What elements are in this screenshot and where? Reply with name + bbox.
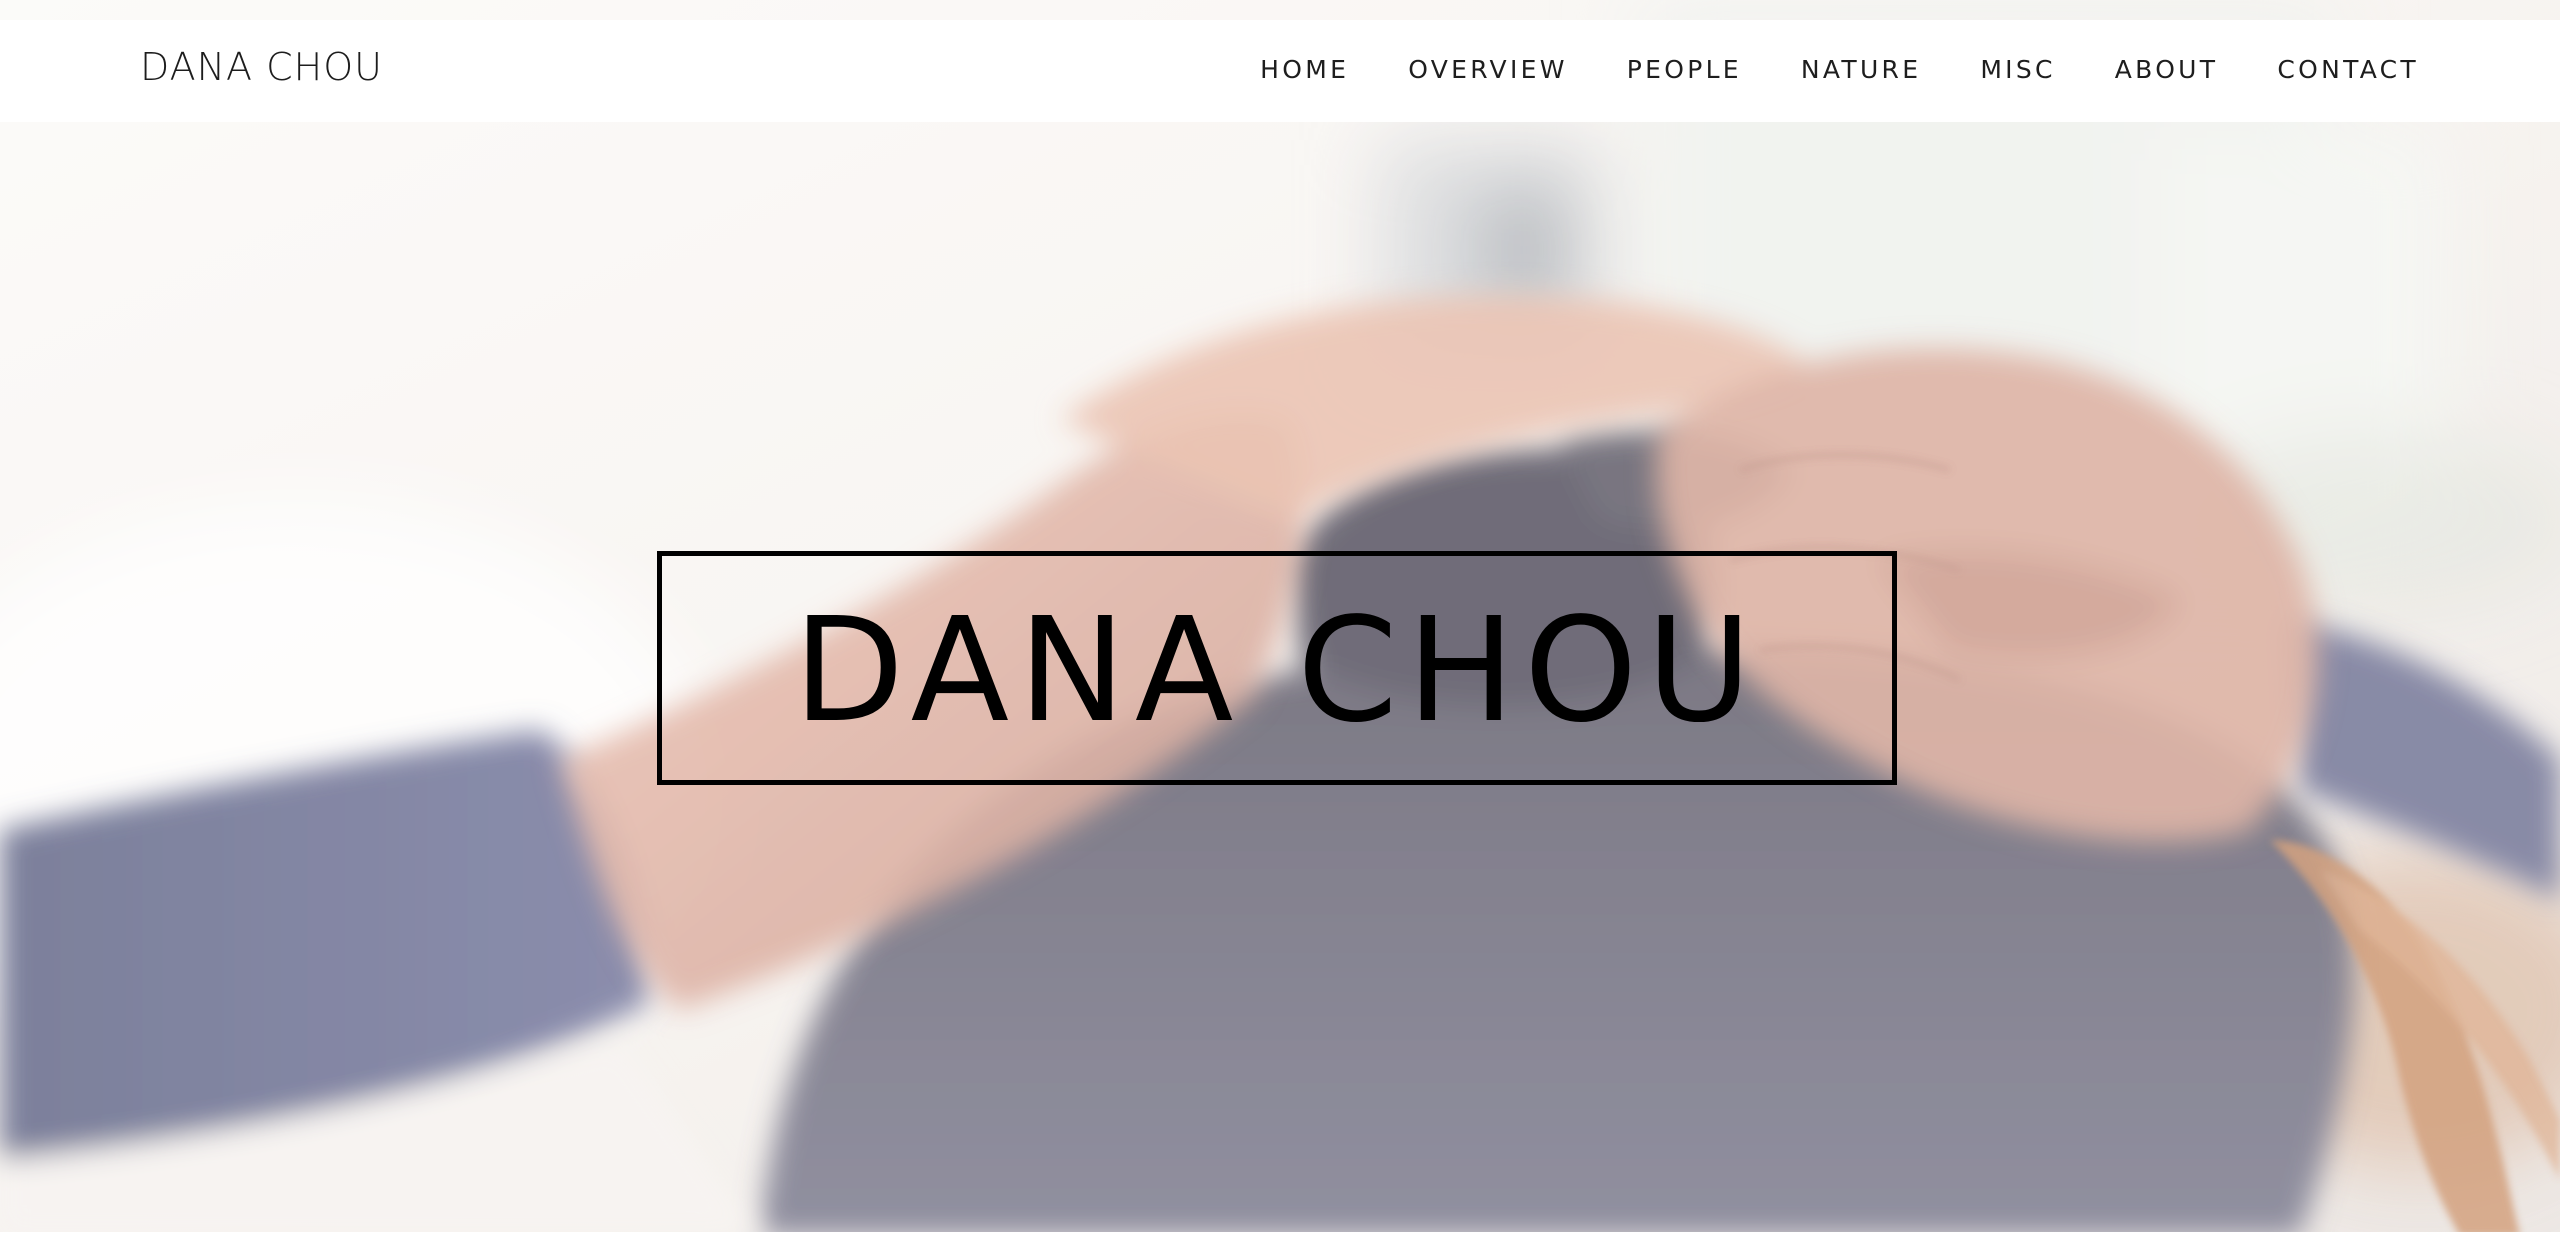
page-bottom-edge: [0, 1232, 2560, 1236]
nav-item-about[interactable]: ABOUT: [2115, 57, 2219, 82]
nav-item-overview[interactable]: OVERVIEW: [1408, 57, 1568, 82]
nav-item-misc[interactable]: MISC: [1980, 57, 2055, 82]
nav-item-nature[interactable]: NATURE: [1801, 57, 1921, 82]
hero-title-box[interactable]: DANA CHOU: [657, 551, 1897, 785]
nav-item-people[interactable]: PEOPLE: [1627, 57, 1742, 82]
hero-title: DANA CHOU: [793, 586, 1761, 754]
nav-item-contact[interactable]: CONTACT: [2277, 57, 2419, 82]
nav-item-home[interactable]: HOME: [1260, 57, 1349, 82]
site-logo-text[interactable]: DANA CHOU: [140, 48, 383, 86]
nav-menu: HOME OVERVIEW PEOPLE NATURE MISC ABOUT C…: [1260, 57, 2419, 82]
top-navigation-bar: DANA CHOU HOME OVERVIEW PEOPLE NATURE MI…: [0, 20, 2560, 122]
page: DANA CHOU HOME OVERVIEW PEOPLE NATURE MI…: [0, 0, 2560, 1236]
